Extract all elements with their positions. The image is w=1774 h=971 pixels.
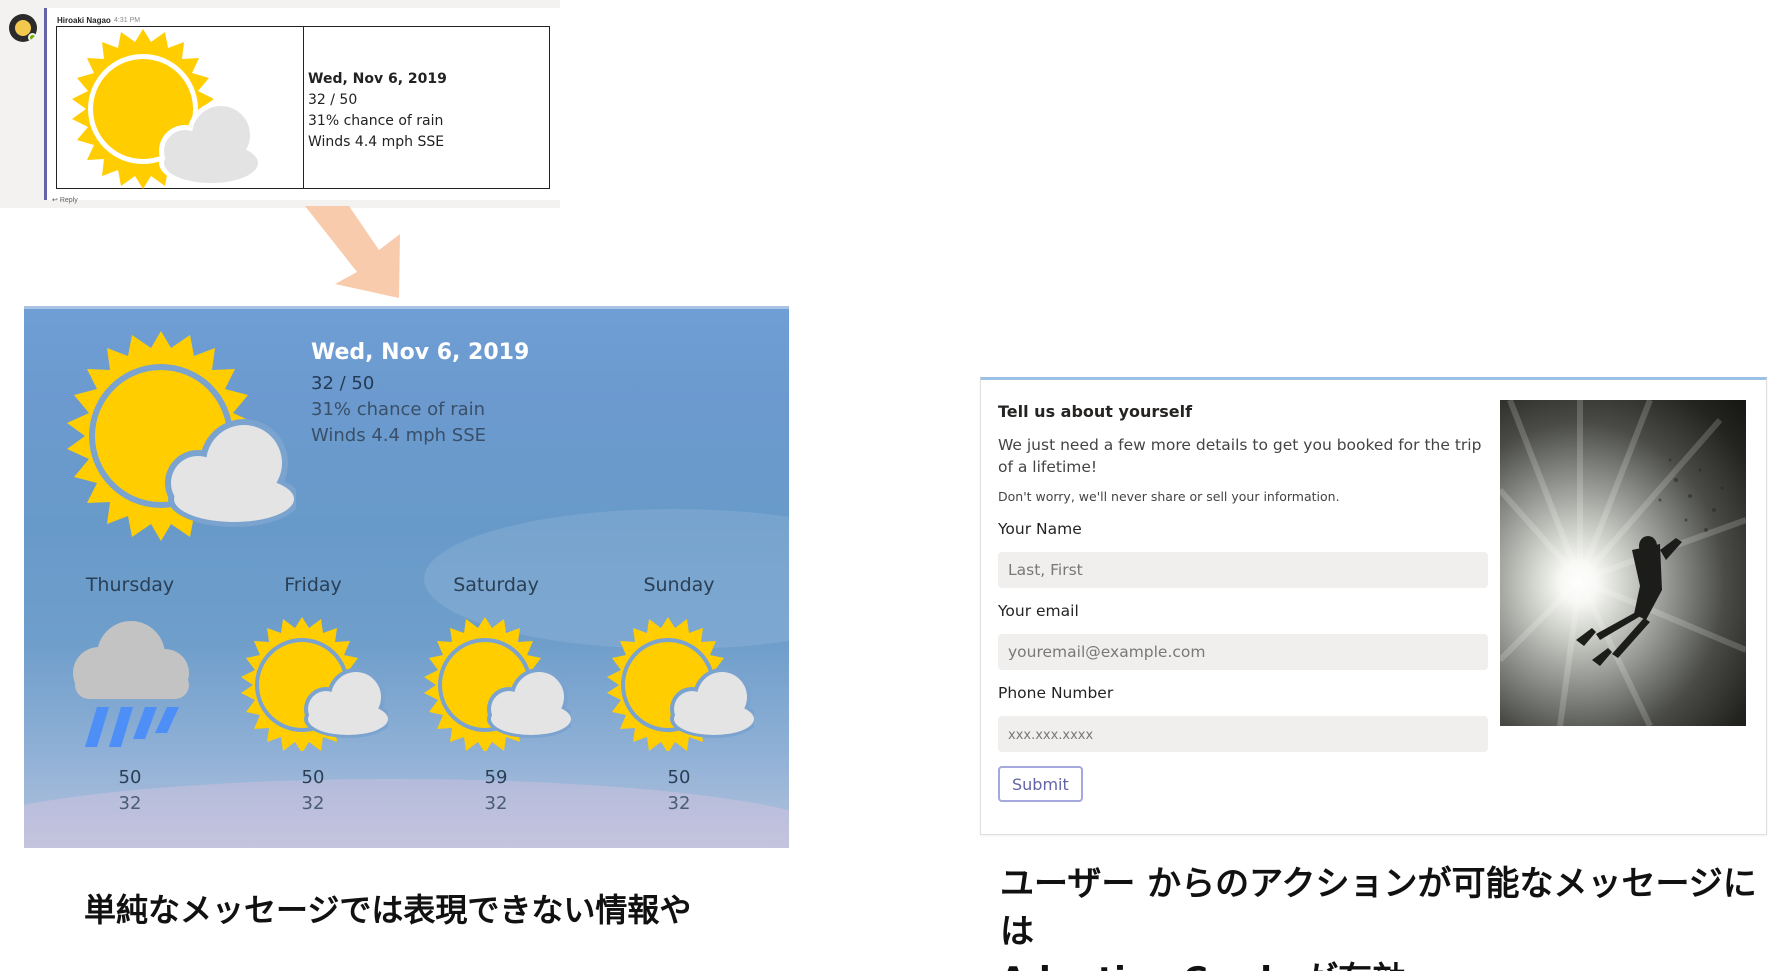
forecast-day-sunday: Sunday 50 32 bbox=[604, 571, 754, 817]
today-summary: Wed, Nov 6, 2019 32 / 50 31% chance of r… bbox=[311, 335, 529, 449]
caption-left: 単純なメッセージでは表現できない情報や bbox=[84, 891, 692, 929]
email-input[interactable] bbox=[998, 634, 1488, 670]
sender-name: Hiroaki Nagao bbox=[57, 16, 111, 25]
forecast-day-saturday: Saturday 59 32 bbox=[421, 571, 571, 817]
submit-button[interactable]: Submit bbox=[998, 766, 1083, 802]
teams-message: Hiroaki Nagao 4:31 PM Wed, Nov 6, 2019 3… bbox=[0, 0, 560, 208]
forecast-day-label: Saturday bbox=[453, 574, 539, 596]
rain-cloud-icon bbox=[73, 621, 189, 747]
mini-date: Wed, Nov 6, 2019 bbox=[308, 71, 447, 87]
reply-label: Reply bbox=[59, 197, 78, 204]
today-temps: 32 / 50 bbox=[311, 373, 375, 394]
today-winds: Winds 4.4 mph SSE bbox=[311, 425, 486, 446]
forecast-high: 50 bbox=[667, 767, 691, 788]
form-description: We just need a few more details to get y… bbox=[998, 436, 1482, 476]
partly-cloudy-icon bbox=[424, 617, 571, 751]
mini-winds: Winds 4.4 mph SSE bbox=[308, 134, 445, 150]
down-arrow-icon bbox=[305, 206, 400, 298]
forecast-day-thursday: Thursday 50 32 bbox=[55, 571, 205, 817]
forecast-low: 32 bbox=[118, 793, 142, 814]
forecast-high: 50 bbox=[118, 767, 142, 788]
mini-weather-card: Wed, Nov 6, 2019 32 / 50 31% chance of r… bbox=[56, 26, 550, 189]
phone-input[interactable] bbox=[998, 716, 1488, 752]
caption-right-line1: ユーザー からのアクションが可能なメッセージには bbox=[1000, 864, 1757, 952]
mini-rain: 31% chance of rain bbox=[308, 113, 444, 129]
mini-card-icon-cell bbox=[57, 27, 304, 189]
form-title: Tell us about yourself bbox=[998, 402, 1193, 421]
partly-cloudy-icon bbox=[241, 617, 388, 751]
partly-cloudy-icon bbox=[607, 617, 754, 751]
input-form-adaptive-card: Tell us about yourself We just need a fe… bbox=[980, 377, 1767, 835]
weather-adaptive-card: Wed, Nov 6, 2019 32 / 50 31% chance of r… bbox=[24, 306, 789, 848]
reply-link[interactable]: ↩ Reply bbox=[52, 196, 78, 204]
name-label: Your Name bbox=[998, 520, 1082, 538]
forecast-high: 59 bbox=[484, 767, 508, 788]
form-column: Tell us about yourself We just need a fe… bbox=[998, 400, 1488, 802]
diver-silhouette-icon bbox=[1500, 400, 1746, 726]
phone-label: Phone Number bbox=[998, 684, 1114, 702]
mini-card-text-cell: Wed, Nov 6, 2019 32 / 50 31% chance of r… bbox=[304, 27, 549, 188]
email-label: Your email bbox=[998, 602, 1079, 620]
partly-cloudy-icon bbox=[72, 29, 263, 189]
name-input[interactable] bbox=[998, 552, 1488, 588]
today-date: Wed, Nov 6, 2019 bbox=[311, 340, 530, 365]
mini-temps: 32 / 50 bbox=[308, 92, 358, 108]
forecast-day-label: Sunday bbox=[643, 574, 715, 596]
scuba-diver-photo bbox=[1500, 400, 1746, 726]
today-rain: 31% chance of rain bbox=[311, 399, 486, 420]
presence-available-icon bbox=[28, 33, 37, 42]
forecast-day-label: Thursday bbox=[85, 574, 175, 596]
forecast-high: 50 bbox=[301, 767, 325, 788]
message-bubble[interactable]: Hiroaki Nagao 4:31 PM Wed, Nov 6, 2019 3… bbox=[44, 8, 560, 200]
forecast-low: 32 bbox=[667, 793, 691, 814]
forecast-low: 32 bbox=[301, 793, 325, 814]
avatar[interactable] bbox=[9, 14, 37, 42]
forecast-low: 32 bbox=[484, 793, 508, 814]
form-privacy-note: Don't worry, we'll never share or sell y… bbox=[998, 489, 1340, 504]
caption-right: ユーザー からのアクションが可能なメッセージには Adaptive Cards … bbox=[1000, 860, 1774, 971]
message-time: 4:31 PM bbox=[114, 17, 141, 24]
forecast-day-friday: Friday 50 32 bbox=[238, 571, 388, 817]
caption-right-line2: Adaptive Cards が有効 bbox=[1000, 956, 1774, 971]
forecast-day-label: Friday bbox=[284, 574, 342, 596]
partly-cloudy-icon bbox=[67, 331, 296, 541]
